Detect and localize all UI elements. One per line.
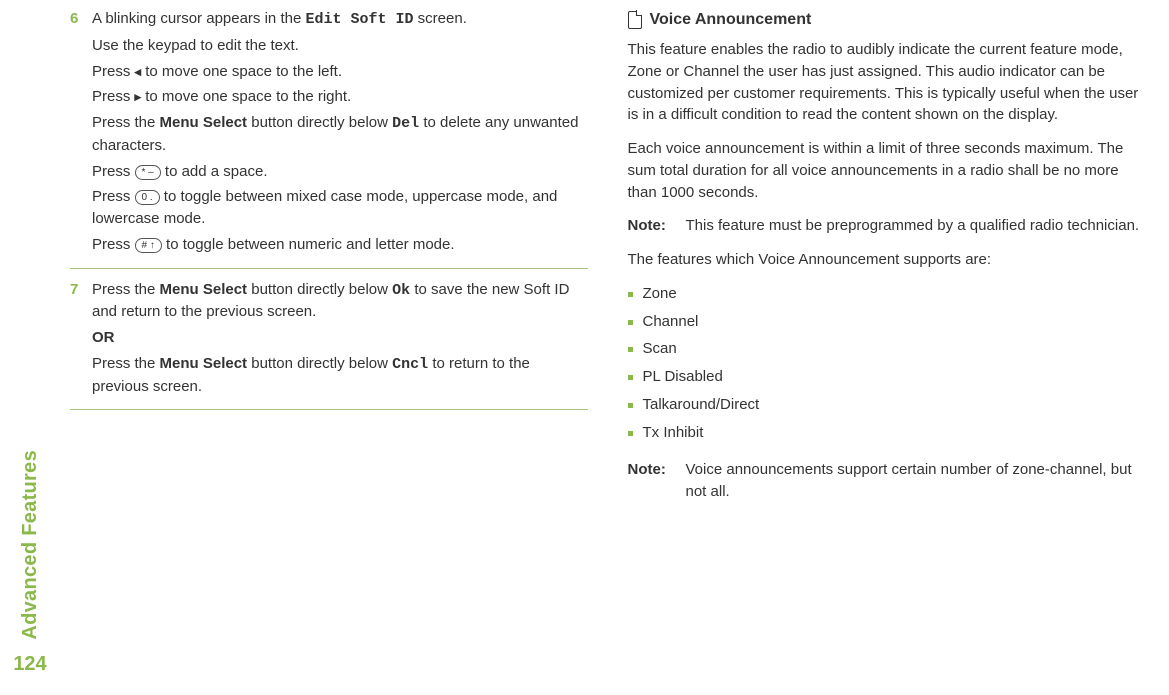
bullet-icon [628, 292, 633, 297]
ui-label: Cncl [392, 356, 428, 373]
step-line: Press the Menu Select button directly be… [92, 279, 588, 324]
step-body: Press the Menu Select button directly be… [92, 279, 588, 402]
bullet-icon [628, 347, 633, 352]
ui-label: Ok [392, 282, 410, 299]
list-item: Tx Inhibit [628, 422, 1146, 444]
text: to move one space to the left. [141, 63, 342, 80]
list-text: Zone [643, 283, 677, 305]
text: Press the [92, 355, 160, 372]
or-label: OR [92, 327, 588, 349]
step-line: Press the Menu Select button directly be… [92, 353, 588, 398]
ui-label: Menu Select [160, 281, 248, 298]
text: button directly below [247, 355, 392, 372]
bullet-icon [628, 320, 633, 325]
bullet-list: Zone Channel Scan PL Disabled Talkaround… [628, 283, 1146, 450]
paragraph: The features which Voice Announcement su… [628, 249, 1146, 271]
list-item: Scan [628, 338, 1146, 360]
list-item: Channel [628, 311, 1146, 333]
page-number: 124 [13, 650, 46, 679]
text: button directly below [247, 114, 392, 131]
step-line: Press ◂ to move one space to the left. [92, 61, 588, 83]
text: Press [92, 63, 135, 80]
paragraph: This feature enables the radio to audibl… [628, 39, 1146, 126]
text: to move one space to the right. [141, 88, 351, 105]
step-line: Press * – to add a space. [92, 161, 588, 183]
step-6: 6 A blinking cursor appears in the Edit … [70, 8, 588, 269]
step-line: Press 0 . to toggle between mixed case m… [92, 186, 588, 230]
section-title: Voice Announcement [650, 8, 812, 31]
note-body: Voice announcements support certain numb… [686, 459, 1146, 503]
section-label: Advanced Features [16, 450, 45, 640]
right-column: Voice Announcement This feature enables … [628, 8, 1146, 687]
list-text: Scan [643, 338, 677, 360]
left-column: 6 A blinking cursor appears in the Edit … [70, 8, 588, 687]
list-text: Talkaround/Direct [643, 394, 760, 416]
sidebar: Advanced Features 124 [0, 8, 60, 687]
step-body: A blinking cursor appears in the Edit So… [92, 8, 588, 260]
text: button directly below [247, 281, 392, 298]
text: Press [92, 163, 135, 180]
step-line: Use the keypad to edit the text. [92, 35, 588, 57]
note-body: This feature must be preprogrammed by a … [686, 215, 1146, 237]
step-line: Press ▸ to move one space to the right. [92, 86, 588, 108]
step-line: Press the Menu Select button directly be… [92, 112, 588, 157]
document-icon [628, 11, 642, 29]
text: Press [92, 188, 135, 205]
step-number: 7 [70, 279, 92, 402]
note: Note: This feature must be preprogrammed… [628, 215, 1146, 237]
key-star-icon: * – [135, 165, 161, 180]
section-header: Voice Announcement [628, 8, 1146, 31]
bullet-icon [628, 403, 633, 408]
page: Advanced Features 124 6 A blinking curso… [0, 0, 1169, 695]
ui-label: Edit Soft ID [305, 11, 413, 28]
step-line: A blinking cursor appears in the Edit So… [92, 8, 588, 31]
step-7: 7 Press the Menu Select button directly … [70, 279, 588, 411]
list-text: PL Disabled [643, 366, 723, 388]
text: to toggle between numeric and letter mod… [162, 236, 455, 253]
key-zero-icon: 0 . [135, 190, 160, 205]
step-number: 6 [70, 8, 92, 260]
ui-label: Menu Select [160, 114, 248, 131]
paragraph: Each voice announcement is within a limi… [628, 138, 1146, 203]
text: Press [92, 88, 135, 105]
bullet-icon [628, 375, 633, 380]
ui-label: Del [392, 115, 419, 132]
text: Press the [92, 281, 160, 298]
text: screen. [414, 10, 467, 27]
ui-label: Menu Select [160, 355, 248, 372]
list-item: Talkaround/Direct [628, 394, 1146, 416]
note-label: Note: [628, 215, 674, 237]
list-text: Tx Inhibit [643, 422, 704, 444]
step-line: Press # ↑ to toggle between numeric and … [92, 234, 588, 256]
text: to toggle between mixed case mode, upper… [92, 188, 557, 227]
list-item: Zone [628, 283, 1146, 305]
bullet-icon [628, 431, 633, 436]
list-item: PL Disabled [628, 366, 1146, 388]
text: to add a space. [161, 163, 268, 180]
text: A blinking cursor appears in the [92, 10, 305, 27]
content: 6 A blinking cursor appears in the Edit … [60, 8, 1169, 687]
text: Press the [92, 114, 160, 131]
note: Note: Voice announcements support certai… [628, 459, 1146, 503]
key-hash-icon: # ↑ [135, 238, 162, 253]
text: Press [92, 236, 135, 253]
list-text: Channel [643, 311, 699, 333]
note-label: Note: [628, 459, 674, 503]
